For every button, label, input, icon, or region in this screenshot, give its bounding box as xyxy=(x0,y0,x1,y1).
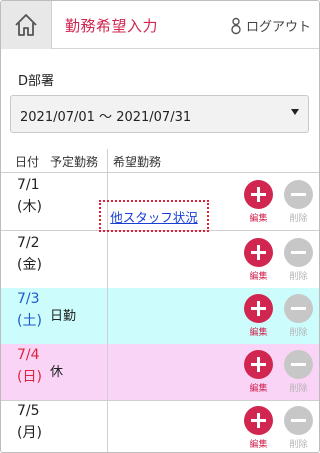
edit-button[interactable]: 編集 xyxy=(244,406,274,452)
page-title: 勤務希望入力 xyxy=(65,17,159,35)
column-header-date: 日付 xyxy=(15,155,40,169)
logout-button[interactable]: ログアウト xyxy=(230,16,311,35)
home-icon xyxy=(15,14,37,36)
other-staff-status-link[interactable]: 他スタッフ状況 xyxy=(99,200,209,232)
row-scheduled-shift: 日勤 xyxy=(50,309,77,324)
row-date: 7/5 xyxy=(17,403,40,419)
row-day-of-week: (月) xyxy=(17,425,42,441)
period-select[interactable]: 2021/07/01 ～ 2021/07/31 xyxy=(10,95,309,133)
department-label: D部署 xyxy=(18,74,55,89)
home-button[interactable] xyxy=(1,1,52,49)
minus-circle-icon xyxy=(284,238,313,267)
table-header: 日付 予定勤務 希望勤務 xyxy=(1,149,319,173)
table-row: 7/3 (土) 日勤 編集 削除 xyxy=(1,288,319,345)
edit-label: 編集 xyxy=(249,328,268,338)
column-header-scheduled: 予定勤務 xyxy=(50,155,99,169)
delete-label: 削除 xyxy=(289,214,308,224)
delete-button[interactable]: 削除 xyxy=(284,294,314,340)
minus-circle-icon xyxy=(284,406,313,435)
column-divider xyxy=(107,149,108,452)
row-day-of-week: (日) xyxy=(17,369,42,385)
row-day-of-week: (木) xyxy=(17,199,42,215)
row-date: 7/4 xyxy=(17,347,40,363)
edit-label: 編集 xyxy=(249,214,268,224)
plus-circle-icon xyxy=(244,238,273,267)
edit-button[interactable]: 編集 xyxy=(244,294,274,340)
delete-label: 削除 xyxy=(289,328,308,338)
table-row: 7/2 (金) 編集 削除 xyxy=(1,232,319,289)
row-day-of-week: (金) xyxy=(17,257,42,273)
delete-label: 削除 xyxy=(289,272,308,282)
edit-button[interactable]: 編集 xyxy=(244,180,274,226)
delete-button[interactable]: 削除 xyxy=(284,350,314,396)
period-select-value: 2021/07/01 ～ 2021/07/31 xyxy=(20,110,192,125)
row-scheduled-shift: 休 xyxy=(50,365,64,380)
delete-button[interactable]: 削除 xyxy=(284,180,314,226)
key-icon xyxy=(231,17,241,34)
header-bar: 勤務希望入力 ログアウト xyxy=(1,1,319,49)
logout-label: ログアウト xyxy=(245,20,311,35)
minus-circle-icon xyxy=(284,350,313,379)
column-header-requested: 希望勤務 xyxy=(113,155,162,169)
table-row: 7/5 (月) 編集 削除 xyxy=(1,400,319,452)
minus-circle-icon xyxy=(284,294,313,323)
edit-button[interactable]: 編集 xyxy=(244,350,274,396)
row-day-of-week: (土) xyxy=(17,313,42,329)
delete-button[interactable]: 削除 xyxy=(284,238,314,284)
row-date: 7/1 xyxy=(17,177,40,193)
dropdown-arrow-icon xyxy=(291,109,299,115)
app-frame: 勤務希望入力 ログアウト D部署 2021/07/01 ～ 2021/07/31… xyxy=(0,0,320,453)
table-row: 7/4 (日) 休 編集 削除 xyxy=(1,344,319,401)
minus-circle-icon xyxy=(284,180,313,209)
delete-label: 削除 xyxy=(289,440,308,450)
row-date: 7/3 xyxy=(17,291,40,307)
plus-circle-icon xyxy=(244,180,273,209)
edit-button[interactable]: 編集 xyxy=(244,238,274,284)
other-staff-status-label: 他スタッフ状況 xyxy=(110,209,198,225)
delete-label: 削除 xyxy=(289,384,308,394)
plus-circle-icon xyxy=(244,350,273,379)
edit-label: 編集 xyxy=(249,272,268,282)
row-date: 7/2 xyxy=(17,235,40,251)
plus-circle-icon xyxy=(244,294,273,323)
edit-label: 編集 xyxy=(249,384,268,394)
edit-label: 編集 xyxy=(249,440,268,450)
delete-button[interactable]: 削除 xyxy=(284,406,314,452)
plus-circle-icon xyxy=(244,406,273,435)
